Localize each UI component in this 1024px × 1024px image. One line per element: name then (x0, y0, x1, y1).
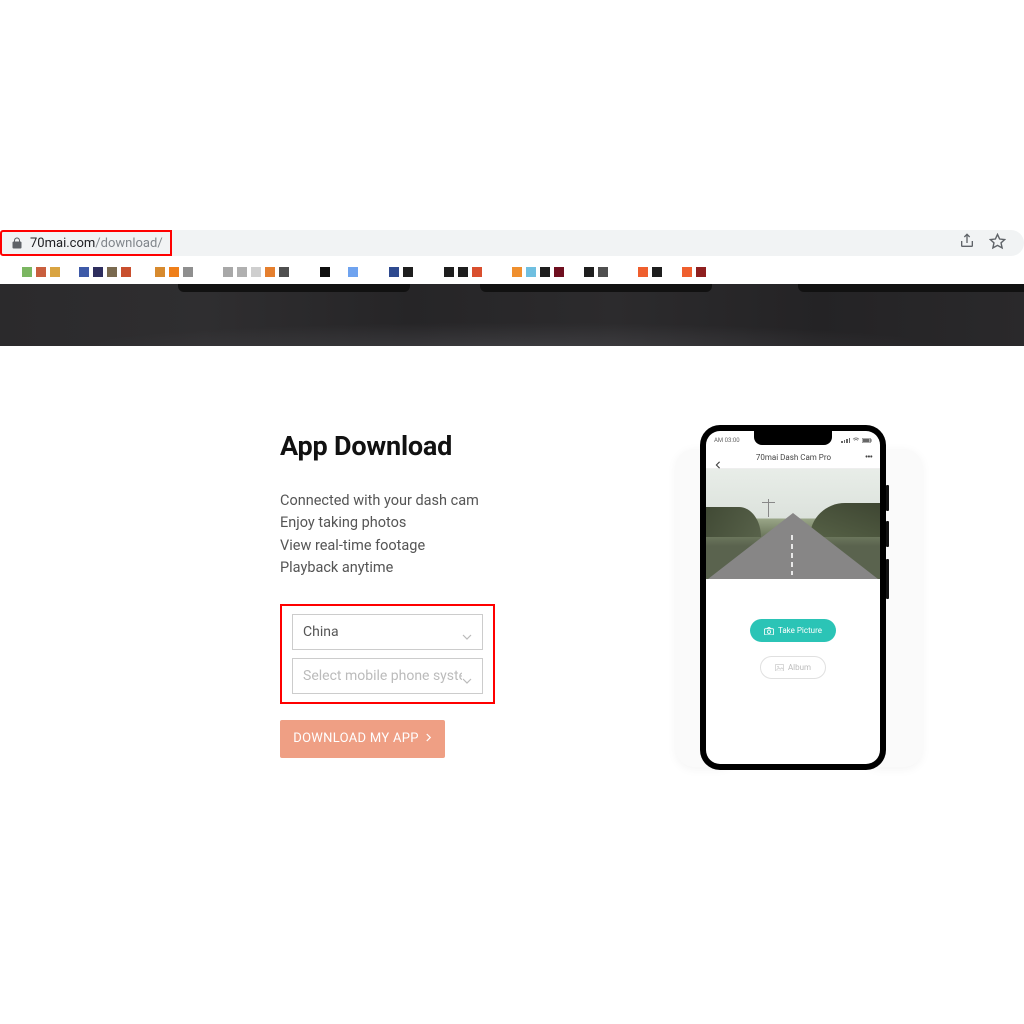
chevron-right-icon (425, 731, 432, 746)
feature-line: Connected with your dash cam (280, 490, 560, 512)
hero-band (0, 284, 1024, 346)
chevron-down-icon (462, 671, 472, 681)
features-list: Connected with your dash camEnjoy taking… (280, 490, 560, 580)
album-label: Album (788, 663, 811, 672)
phone-mockup: AM 03:00 70mai Dash Cam Pro ••• (700, 425, 886, 770)
bookmark-item[interactable] (348, 267, 358, 277)
bookmark-item[interactable] (93, 267, 103, 277)
country-select[interactable]: China (292, 614, 483, 650)
app-header: 70mai Dash Cam Pro ••• (706, 447, 880, 469)
bookmark-item[interactable] (540, 267, 550, 277)
bookmark-item[interactable] (155, 267, 165, 277)
bookmark-item[interactable] (50, 267, 60, 277)
bookmark-item[interactable] (22, 267, 32, 277)
feature-line: Enjoy taking photos (280, 512, 560, 534)
bookmark-item[interactable] (107, 267, 117, 277)
bookmark-item[interactable] (682, 267, 692, 277)
feature-line: Playback anytime (280, 557, 560, 579)
chevron-down-icon (462, 627, 472, 637)
share-icon[interactable] (959, 233, 975, 253)
app-title: 70mai Dash Cam Pro (756, 453, 831, 462)
bookmark-item[interactable] (36, 267, 46, 277)
bookmark-item[interactable] (79, 267, 89, 277)
download-app-button[interactable]: DOWNLOAD MY APP (280, 720, 445, 758)
hero-card (798, 284, 1024, 292)
bookmark-item[interactable] (696, 267, 706, 277)
bookmark-item[interactable] (223, 267, 233, 277)
album-button[interactable]: Album (760, 656, 826, 679)
bookmark-item[interactable] (526, 267, 536, 277)
bookmark-item[interactable] (265, 267, 275, 277)
url-text[interactable]: 70mai.com/download/ (30, 236, 163, 251)
hero-card (480, 284, 712, 292)
bookmark-item[interactable] (251, 267, 261, 277)
bookmark-item[interactable] (334, 267, 344, 277)
url-highlight-box: 70mai.com/download/ (0, 230, 172, 256)
camera-preview (706, 469, 880, 579)
wifi-icon (852, 437, 860, 443)
bookmark-item[interactable] (652, 267, 662, 277)
bookmarks-bar[interactable] (0, 260, 1024, 284)
address-bar-right (172, 230, 1024, 256)
bookmark-item[interactable] (472, 267, 482, 277)
take-picture-label: Take Picture (778, 626, 822, 635)
bookmark-item[interactable] (512, 267, 522, 277)
bookmark-item[interactable] (183, 267, 193, 277)
image-icon (775, 664, 784, 672)
take-picture-button[interactable]: Take Picture (750, 619, 836, 642)
status-time: AM 03:00 (714, 437, 740, 444)
bookmark-item[interactable] (169, 267, 179, 277)
lock-icon (12, 237, 22, 249)
feature-line: View real-time footage (280, 535, 560, 557)
more-icon[interactable]: ••• (865, 452, 872, 463)
system-select-placeholder: Select mobile phone system (303, 668, 462, 684)
country-select-value: China (303, 624, 339, 640)
bookmark-item[interactable] (458, 267, 468, 277)
bookmark-item[interactable] (444, 267, 454, 277)
bookmark-item[interactable] (121, 267, 131, 277)
bookmark-item[interactable] (598, 267, 608, 277)
bookmark-item[interactable] (403, 267, 413, 277)
bookmark-item[interactable] (554, 267, 564, 277)
phone-notch (754, 431, 832, 445)
back-icon[interactable] (714, 454, 722, 462)
battery-icon (862, 438, 872, 443)
bookmark-item[interactable] (584, 267, 594, 277)
bookmark-item[interactable] (279, 267, 289, 277)
bookmark-item[interactable] (389, 267, 399, 277)
bookmark-item[interactable] (237, 267, 247, 277)
signal-icon (841, 438, 850, 443)
hero-card (178, 284, 410, 292)
camera-icon (764, 627, 774, 635)
page-title: App Download (280, 430, 560, 462)
star-icon[interactable] (989, 233, 1006, 254)
download-button-label: DOWNLOAD MY APP (293, 731, 419, 746)
bookmark-item[interactable] (320, 267, 330, 277)
system-select[interactable]: Select mobile phone system (292, 658, 483, 694)
bookmark-item[interactable] (638, 267, 648, 277)
selects-highlight-box: China Select mobile phone system (280, 604, 495, 704)
